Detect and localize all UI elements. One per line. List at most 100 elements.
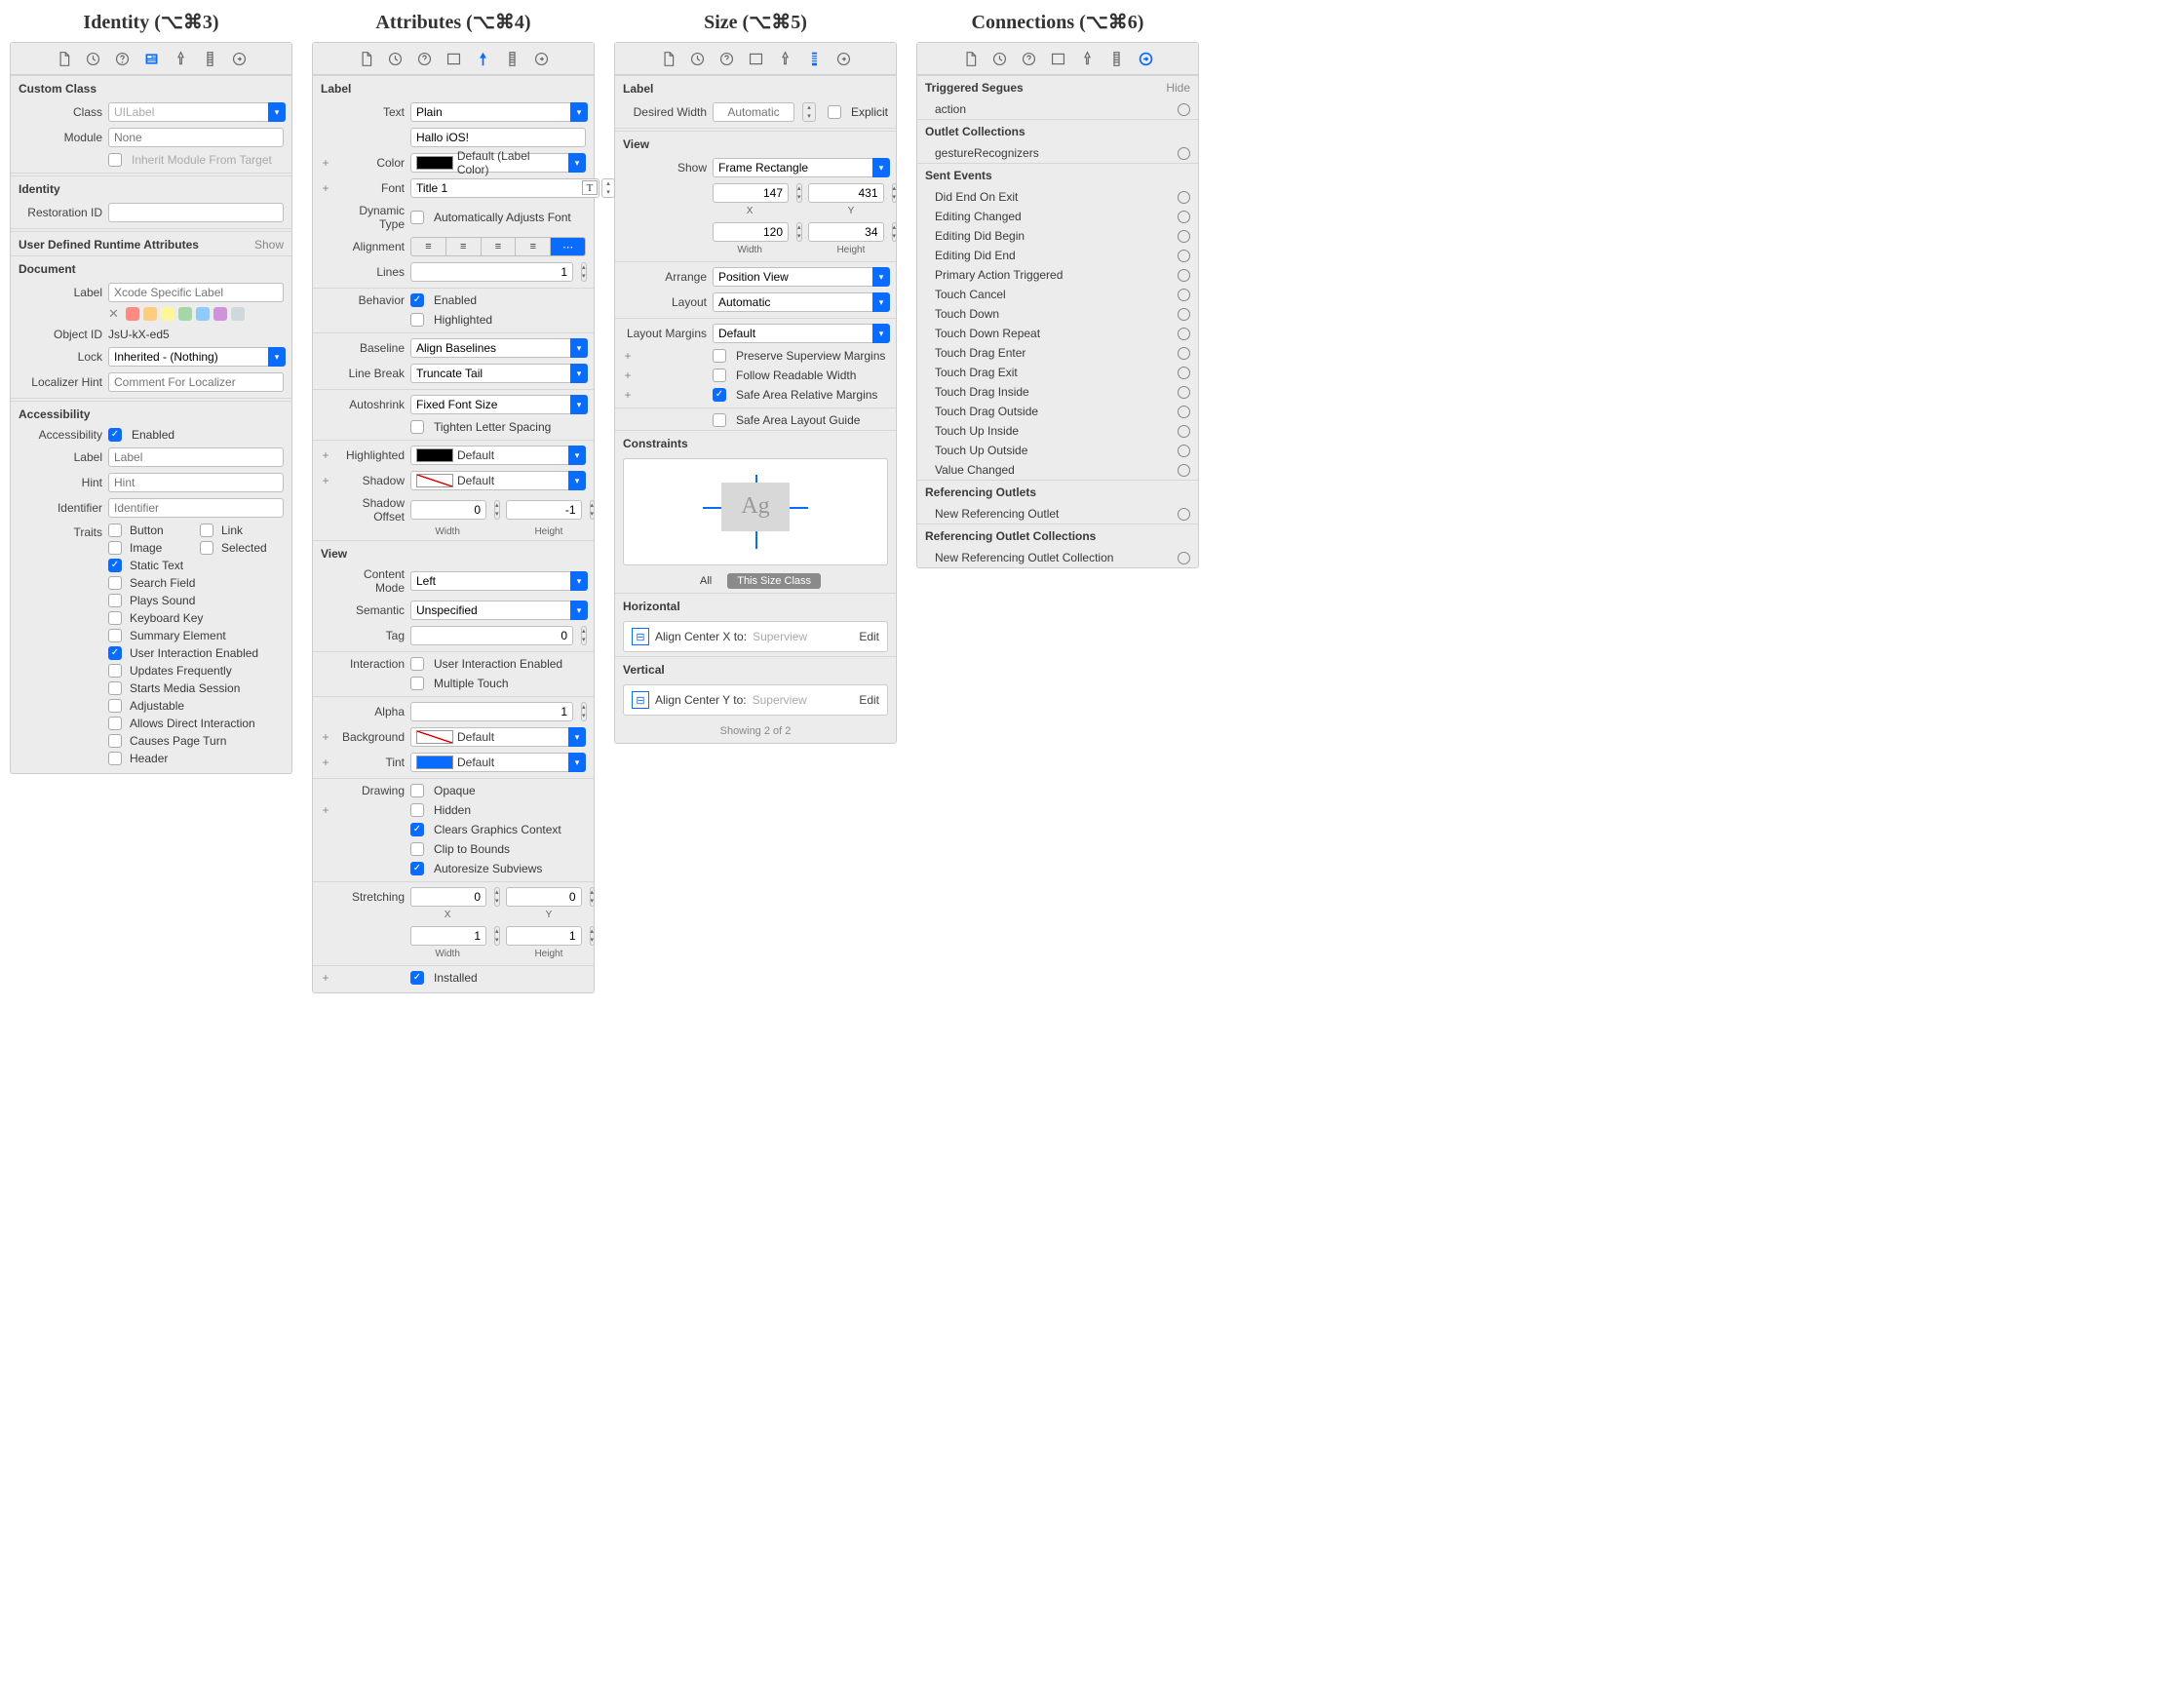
dropdown-icon[interactable]: ▾ (872, 292, 890, 312)
help-tab-icon[interactable] (111, 49, 133, 68)
dropdown-icon[interactable]: ▾ (570, 338, 588, 358)
connection-row[interactable]: Touch Drag Exit (917, 363, 1198, 382)
attributes-tab-icon[interactable] (170, 49, 191, 68)
size-tab-icon[interactable] (199, 49, 220, 68)
inherit-module-checkbox[interactable] (108, 153, 122, 167)
localizer-input[interactable] (108, 372, 284, 392)
dropdown-icon[interactable]: ▾ (568, 471, 586, 490)
lock-dropdown-icon[interactable]: ▾ (268, 347, 286, 367)
auto-adjust-checkbox[interactable] (410, 211, 424, 224)
connection-outlet-icon[interactable] (1178, 289, 1190, 301)
trait-selected[interactable]: Selected (200, 541, 284, 555)
connection-outlet-icon[interactable] (1178, 464, 1190, 477)
label-color-purple[interactable] (213, 307, 227, 321)
attributes-tab-icon[interactable] (774, 49, 795, 68)
y-input[interactable] (808, 183, 884, 203)
trait-checkbox[interactable] (108, 594, 122, 607)
trait-checkbox[interactable] (108, 752, 122, 765)
trait-button[interactable]: Button (108, 524, 192, 537)
safeguide-checkbox[interactable] (713, 413, 726, 427)
dropdown-icon[interactable]: ▾ (570, 601, 588, 620)
connection-row[interactable]: Touch Down (917, 304, 1198, 324)
restoration-input[interactable] (108, 203, 284, 222)
identity-tab-icon[interactable] (745, 49, 766, 68)
align-natural-icon[interactable]: ⋯ (551, 238, 585, 255)
attributes-tab-icon[interactable] (472, 49, 493, 68)
explicit-checkbox[interactable] (828, 105, 841, 119)
file-tab-icon[interactable] (959, 49, 981, 68)
connections-tab-icon[interactable] (530, 49, 552, 68)
connection-outlet-icon[interactable] (1178, 367, 1190, 379)
constraint-edit-button[interactable]: Edit (859, 630, 879, 643)
followrw-checkbox[interactable] (713, 369, 726, 382)
file-tab-icon[interactable] (657, 49, 678, 68)
trait-checkbox[interactable] (108, 576, 122, 590)
enabled-checkbox[interactable] (410, 293, 424, 307)
connection-outlet-icon[interactable] (1178, 211, 1190, 223)
plus-icon[interactable]: + (623, 388, 633, 402)
module-field[interactable] (108, 128, 284, 147)
trait-search-field[interactable]: Search Field (108, 576, 284, 590)
trait-checkbox[interactable] (108, 629, 122, 642)
stretch-w-input[interactable] (410, 926, 486, 946)
plus-icon[interactable]: + (321, 156, 330, 170)
contentmode-select[interactable] (410, 571, 572, 591)
trait-checkbox[interactable] (108, 611, 122, 625)
color-swatch[interactable] (416, 156, 453, 170)
trait-checkbox[interactable] (108, 541, 122, 555)
layout-select[interactable] (713, 292, 874, 312)
a11y-hint-input[interactable] (108, 473, 284, 492)
text-value-input[interactable] (410, 128, 586, 147)
connection-row[interactable]: action (917, 99, 1198, 119)
plus-icon[interactable]: + (623, 369, 633, 382)
uie-checkbox[interactable] (410, 657, 424, 671)
identity-tab-icon[interactable] (443, 49, 464, 68)
history-tab-icon[interactable] (82, 49, 103, 68)
color-swatch[interactable] (416, 448, 453, 462)
dropdown-icon[interactable]: ▾ (872, 158, 890, 177)
label-color-orange[interactable] (143, 307, 157, 321)
connection-outlet-icon[interactable] (1178, 230, 1190, 243)
dropdown-icon[interactable]: ▾ (872, 324, 890, 343)
width-input[interactable] (713, 222, 789, 242)
dropdown-icon[interactable]: ▾ (568, 727, 586, 747)
offset-h-input[interactable] (506, 500, 582, 520)
class-dropdown-icon[interactable]: ▾ (268, 102, 286, 122)
trait-checkbox[interactable] (108, 717, 122, 730)
font-input[interactable] (410, 178, 600, 198)
connection-outlet-icon[interactable] (1178, 250, 1190, 262)
offset-w-input[interactable] (410, 500, 486, 520)
connection-row[interactable]: Touch Drag Inside (917, 382, 1198, 402)
dropdown-icon[interactable]: ▾ (568, 153, 586, 173)
linebreak-select[interactable] (410, 364, 572, 383)
dropdown-icon[interactable]: ▾ (570, 571, 588, 591)
align-right-icon[interactable]: ≡ (482, 238, 517, 255)
stretch-x-input[interactable] (410, 887, 486, 907)
trait-causes-page-turn[interactable]: Causes Page Turn (108, 734, 284, 748)
trait-summary-element[interactable]: Summary Element (108, 629, 284, 642)
constraints-all-tab[interactable]: All (690, 573, 721, 589)
installed-checkbox[interactable] (410, 971, 424, 985)
height-input[interactable] (808, 222, 884, 242)
clear-color-icon[interactable]: ✕ (108, 307, 122, 321)
highlighted-checkbox[interactable] (410, 313, 424, 327)
plus-icon[interactable]: + (623, 349, 633, 363)
label-color-yellow[interactable] (161, 307, 174, 321)
alignment-segmented[interactable]: ≡≡≡≡⋯ (410, 237, 586, 256)
stretch-y-input[interactable] (506, 887, 582, 907)
connection-row[interactable]: Touch Down Repeat (917, 324, 1198, 343)
trait-allows-direct-interaction[interactable]: Allows Direct Interaction (108, 717, 284, 730)
identity-tab-icon[interactable] (1047, 49, 1068, 68)
help-tab-icon[interactable] (716, 49, 737, 68)
lines-stepper[interactable]: ▴▾ (581, 262, 587, 282)
trait-checkbox[interactable] (108, 681, 122, 695)
label-color-blue[interactable] (196, 307, 210, 321)
size-tab-icon[interactable] (803, 49, 825, 68)
constraint-edit-button[interactable]: Edit (859, 693, 879, 707)
connection-outlet-icon[interactable] (1178, 269, 1190, 282)
trait-starts-media-session[interactable]: Starts Media Session (108, 681, 284, 695)
connection-row[interactable]: Editing Did End (917, 246, 1198, 265)
constraint-row[interactable]: ⊟ Align Center Y to: Superview Edit (623, 684, 888, 716)
plus-icon[interactable]: + (321, 474, 330, 487)
plus-icon[interactable]: + (321, 448, 330, 462)
